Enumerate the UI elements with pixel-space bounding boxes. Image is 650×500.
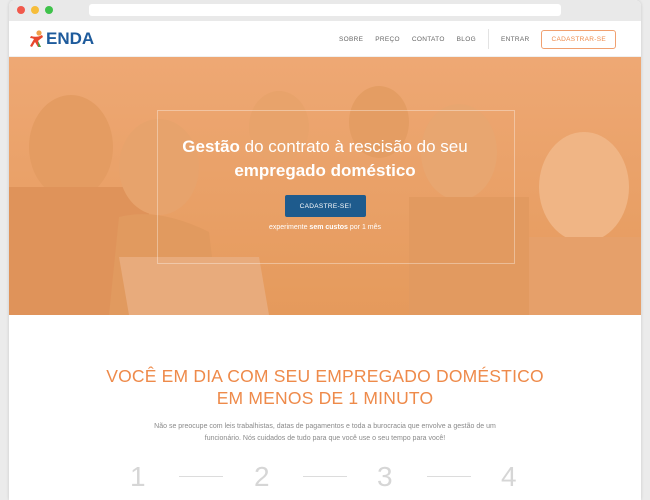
trial-note: experimente sem custos por 1 mês — [268, 224, 382, 231]
hero-title: Gestão do contrato à rescisão do seu emp… — [182, 137, 468, 180]
logo[interactable]: ENDA — [29, 29, 94, 49]
section-title: VOCÊ EM DIA COM SEU EMPREGADO DOMÉSTICO … — [106, 366, 544, 408]
address-bar[interactable] — [89, 4, 561, 16]
maximize-window-button[interactable] — [45, 6, 53, 14]
login-link[interactable]: ENTRAR — [501, 36, 530, 43]
step-connector — [427, 476, 471, 477]
step-number: 2 — [254, 461, 270, 492]
hero-banner: Gestão do contrato à rescisão do seu emp… — [9, 57, 641, 315]
step-connector — [179, 476, 223, 477]
hero-frame — [157, 110, 515, 264]
section-description: Não se preocupe com leis trabalhistas, d… — [154, 423, 496, 442]
browser-chrome — [9, 0, 641, 21]
signup-button[interactable]: CADASTRAR-SE — [541, 29, 616, 49]
nav-item-blog[interactable]: BLOG — [457, 36, 476, 43]
features-section: VOCÊ EM DIA COM SEU EMPREGADO DOMÉSTICO … — [9, 315, 641, 500]
nav-item-contato[interactable]: CONTATO — [412, 36, 445, 43]
logo-text: ENDA — [46, 29, 95, 48]
step-number: 3 — [377, 461, 393, 492]
steps-row: 1 2 3 4 — [9, 461, 641, 500]
step-connector — [303, 476, 347, 477]
minimize-window-button[interactable] — [31, 6, 39, 14]
logo-person-icon — [29, 30, 45, 48]
main-menu: SOBRE PREÇO CONTATO BLOG ENTRAR CADASTRA… — [327, 21, 641, 57]
nav-item-sobre[interactable]: SOBRE — [339, 36, 363, 43]
site-header: ENDA SOBRE PREÇO CONTATO BLOG ENTRAR CAD… — [9, 21, 641, 57]
cta-signup-button[interactable]: CADASTRE-SE! — [285, 195, 366, 217]
close-window-button[interactable] — [17, 6, 25, 14]
step-number: 1 — [130, 461, 146, 492]
nav-item-preco[interactable]: PREÇO — [375, 36, 400, 43]
step-number: 4 — [501, 461, 517, 492]
menu-divider — [487, 29, 489, 49]
browser-window: ENDA SOBRE PREÇO CONTATO BLOG ENTRAR CAD… — [9, 0, 641, 500]
